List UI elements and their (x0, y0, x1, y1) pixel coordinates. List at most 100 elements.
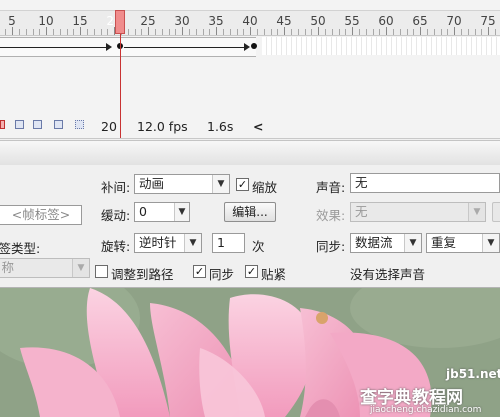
frame-rate[interactable]: 12.0 fps (137, 119, 188, 134)
ruler-tick (379, 29, 380, 35)
sound-value: 无 (355, 175, 368, 190)
ruler-tick (60, 29, 61, 35)
ruler-label: 45 (276, 14, 292, 28)
frame-ruler[interactable]: 5 10 15 20 25 30 35 40 45 50 55 60 65 70 75 (0, 10, 500, 36)
sound-select[interactable]: 无 (350, 173, 500, 193)
effect-edit-button[interactable] (492, 202, 500, 222)
empty-frames[interactable] (262, 37, 500, 55)
onion-skin-icon[interactable] (15, 120, 24, 129)
chevron-down-icon: ▼ (482, 234, 499, 252)
watermark-site: jb51.net (446, 367, 500, 381)
ruler-tick (141, 29, 142, 35)
modify-onion-markers-icon[interactable] (75, 120, 84, 129)
rotate-select[interactable]: 逆时针 ▼ (134, 233, 202, 253)
ruler-tick (250, 27, 251, 35)
ruler-tick (400, 29, 401, 35)
ruler-tick (277, 29, 278, 35)
ruler-tick (175, 29, 176, 35)
ruler-tick (189, 29, 190, 35)
ruler-tick (107, 29, 108, 35)
timeline-status-bar: 20 12.0 fps 1.6s < (0, 116, 500, 136)
chevron-down-icon: ▼ (184, 234, 201, 252)
chevron-down-icon: ▼ (174, 203, 189, 221)
onion-skin-outlines-icon[interactable] (33, 120, 42, 129)
elapsed-time: 1.6s (207, 119, 234, 134)
ruler-tick (454, 27, 455, 35)
chevron-down-icon: ▼ (468, 203, 485, 221)
ease-label: 缓动: (101, 208, 131, 223)
ruler-label: 65 (412, 14, 428, 28)
ruler-tick (318, 27, 319, 35)
ruler-tick (325, 29, 326, 35)
ruler-tick (481, 29, 482, 35)
scroll-left-icon[interactable]: < (253, 119, 263, 134)
stage-canvas[interactable]: 查字典 教程网 jb51.net jiaocheng.chazidian.com (0, 288, 500, 417)
ruler-label: 35 (208, 14, 224, 28)
ruler-tick (271, 29, 272, 35)
keyframe-dot[interactable] (251, 43, 257, 49)
ruler-tick (243, 29, 244, 35)
ruler-tick (373, 29, 374, 35)
label-type-select[interactable]: 名称 ▼ (0, 258, 90, 278)
edit-multiple-frames-icon[interactable] (54, 120, 63, 129)
label-type-label: 标签类型: (0, 241, 41, 256)
ruler-tick (169, 29, 170, 35)
rotate-times-input[interactable]: 1 (212, 233, 245, 253)
ruler-tick (339, 29, 340, 35)
ruler-tick (393, 29, 394, 35)
ease-input[interactable]: 0 ▼ (134, 202, 190, 222)
ruler-tick (264, 29, 265, 35)
ruler-tick (128, 29, 129, 35)
ruler-tick (19, 29, 20, 35)
sound-sync-select[interactable]: 数据流 ▼ (350, 233, 422, 253)
ruler-tick (257, 29, 258, 35)
ruler-tick (53, 29, 54, 35)
tween-value: 动画 (139, 176, 165, 191)
ruler-label: 15 (72, 14, 88, 28)
label-type-value: 名称 (0, 260, 15, 275)
properties-panel-header[interactable] (0, 140, 500, 166)
ruler-tick (203, 29, 204, 35)
tween-label: 补间: (101, 180, 131, 195)
tween-arrow-line (124, 47, 248, 48)
ruler-tick (495, 29, 496, 35)
ruler-tick (475, 29, 476, 35)
ruler-tick (311, 29, 312, 35)
ruler-label: 30 (174, 14, 190, 28)
edit-ease-button[interactable]: 编辑... (224, 202, 276, 222)
playhead-handle[interactable] (115, 10, 125, 34)
ruler-tick (46, 27, 47, 35)
sound-sync-label: 同步: (316, 239, 346, 254)
effect-select[interactable]: 无 ▼ (350, 202, 486, 222)
properties-panel: <帧标签> 标签类型: 名称 ▼ 补间: 动画 ▼ ✓ 缩放 缓动: 0 ▼ 编… (0, 165, 500, 288)
scale-label: 缩放 (252, 180, 278, 195)
ruler-tick (5, 29, 6, 35)
repeat-value: 重复 (431, 235, 457, 250)
orient-to-path-label: 调整到路径 (111, 267, 174, 282)
ruler-tick (26, 29, 27, 35)
ruler-label: 75 (480, 14, 496, 28)
snap-label: 贴紧 (261, 267, 287, 282)
tween-select[interactable]: 动画 ▼ (134, 174, 230, 194)
frame-label-input[interactable]: <帧标签> (0, 205, 82, 225)
orient-to-path-checkbox[interactable] (95, 265, 108, 278)
motion-tween-span[interactable] (0, 37, 257, 57)
ruler-tick (345, 29, 346, 35)
repeat-select[interactable]: 重复 ▼ (426, 233, 500, 253)
ruler-tick (230, 29, 231, 35)
no-sound-selected-text: 没有选择声音 (350, 267, 426, 282)
ruler-label: 50 (310, 14, 326, 28)
tween-arrow-head (244, 43, 250, 51)
ruler-tick (441, 29, 442, 35)
sync-checkbox[interactable]: ✓ (193, 265, 206, 278)
ruler-tick (332, 29, 333, 35)
ruler-label: 55 (344, 14, 360, 28)
snap-checkbox[interactable]: ✓ (245, 265, 258, 278)
ruler-tick (488, 27, 489, 35)
ruler-label: 40 (242, 14, 258, 28)
watermark: 查字典 教程网 jb51.net jiaocheng.chazidian.com (360, 367, 500, 417)
rotate-label: 旋转: (101, 239, 131, 254)
center-frame-icon[interactable] (0, 120, 5, 129)
ruler-label: 10 (38, 14, 54, 28)
scale-checkbox[interactable]: ✓ (236, 178, 249, 191)
